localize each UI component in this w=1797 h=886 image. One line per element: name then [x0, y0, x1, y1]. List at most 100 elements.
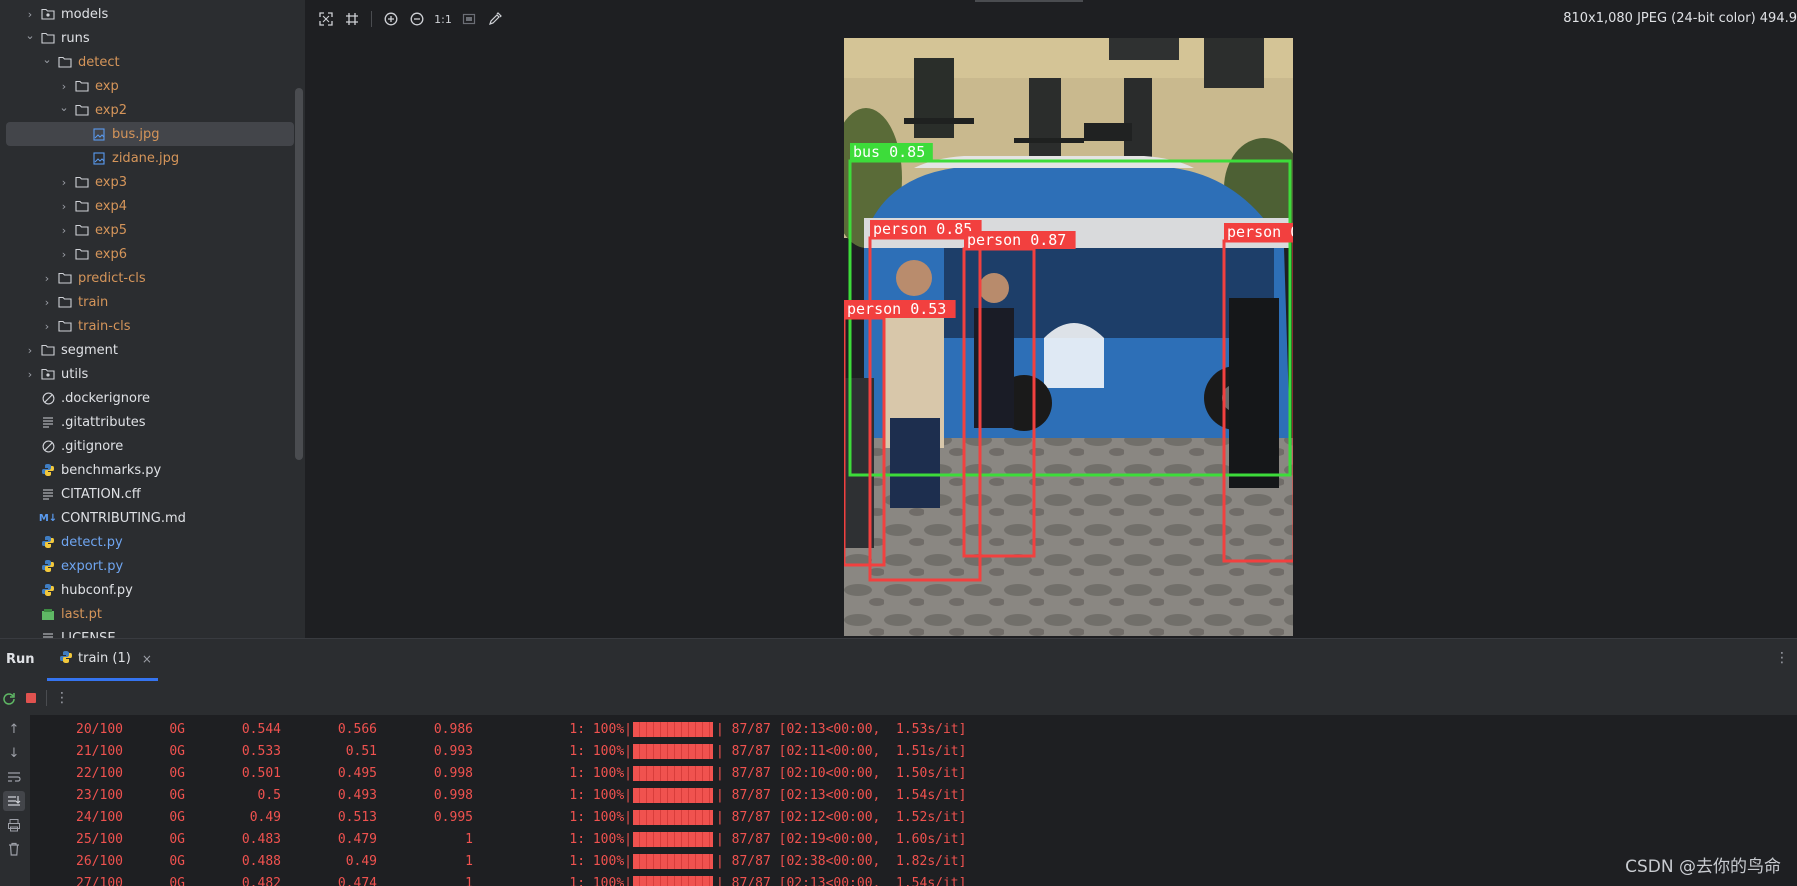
tree-item-label: train: [78, 294, 109, 310]
console-b: 0.513: [337, 809, 377, 825]
chevron-right-icon[interactable]: ›: [22, 342, 38, 358]
chevron-right-icon[interactable]: ›: [22, 366, 38, 382]
tree-item[interactable]: › exp4: [6, 194, 294, 218]
detection-label: bus 0.85: [853, 143, 925, 161]
tree-item[interactable]: ›last.pt: [6, 602, 294, 626]
tree-item[interactable]: ›detect.py: [6, 530, 294, 554]
zoom-out-icon[interactable]: [406, 8, 428, 30]
zoom-in-icon[interactable]: [380, 8, 402, 30]
fit-to-window-icon[interactable]: [315, 8, 337, 30]
soft-wrap-icon[interactable]: [3, 767, 25, 787]
run-title: Run: [6, 652, 35, 667]
chevron-right-icon[interactable]: ›: [22, 6, 38, 22]
tree-item-label: train-cls: [78, 318, 131, 334]
console-a: 0.488: [241, 853, 281, 869]
console-mem: 0G: [169, 853, 185, 869]
tree-item-label: exp: [95, 78, 119, 94]
tree-item[interactable]: ›.gitattributes: [6, 410, 294, 434]
python-icon: [59, 650, 73, 668]
chevron-right-icon[interactable]: ›: [56, 198, 72, 214]
more-options-icon[interactable]: ⋮: [1775, 650, 1789, 666]
tree-item-label: utils: [61, 366, 89, 382]
progress-bar: [633, 721, 713, 737]
print-icon[interactable]: [3, 815, 25, 835]
tree-item[interactable]: › models: [6, 2, 294, 26]
tab-train[interactable]: train (1) ×: [47, 639, 158, 681]
python-file-icon: [40, 582, 56, 598]
archive-file-icon: [40, 606, 56, 622]
tree-item[interactable]: ›.dockerignore: [6, 386, 294, 410]
run-header: Run train (1) × ⋮: [0, 639, 1797, 681]
tree-item-label: segment: [61, 342, 119, 358]
tree-item[interactable]: ⌄ runs: [6, 26, 294, 50]
chevron-right-icon[interactable]: ›: [39, 318, 55, 334]
arrow-down-icon[interactable]: ↓: [3, 743, 25, 763]
tree-item-label: detect.py: [61, 534, 123, 550]
run-tool-window: Run train (1) × ⋮ ⋮ ↑ ↓ 20/100 0G 0.544 …: [0, 638, 1797, 886]
folder-icon: [57, 270, 73, 286]
console-b: 0.51: [345, 743, 377, 759]
rerun-icon[interactable]: [2, 691, 16, 705]
tree-item[interactable]: › exp3: [6, 170, 294, 194]
console-a: 0.544: [241, 721, 281, 737]
tree-item[interactable]: ›CITATION.cff: [6, 482, 294, 506]
tree-item[interactable]: ›export.py: [6, 554, 294, 578]
tree-item[interactable]: › exp5: [6, 218, 294, 242]
console-mem: 0G: [169, 831, 185, 847]
progress-bar: [633, 853, 713, 869]
tree-item[interactable]: ›benchmarks.py: [6, 458, 294, 482]
actions-menu-icon[interactable]: ⋮: [55, 690, 69, 706]
console-progress-text: | 87/87 [02:19<00:00, 1.60s/it]: [716, 831, 967, 847]
tree-item[interactable]: ›M↓CONTRIBUTING.md: [6, 506, 294, 530]
chevron-right-icon[interactable]: ›: [39, 294, 55, 310]
text-file-icon: [40, 414, 56, 430]
tree-item[interactable]: › utils: [6, 362, 294, 386]
text-file-icon: [40, 630, 56, 638]
image-viewer: 1:1 810x1,080 JPEG (24-bit color) 494.9: [305, 0, 1797, 638]
chevron-right-icon[interactable]: ›: [39, 270, 55, 286]
tree-item[interactable]: › train-cls: [6, 314, 294, 338]
console-gutter: ↑ ↓: [0, 715, 30, 886]
chevron-down-icon[interactable]: ⌄: [22, 27, 38, 43]
tree-item[interactable]: ›LICENSE: [6, 626, 294, 638]
console-epoch: 27/100: [76, 875, 123, 886]
grid-icon[interactable]: [341, 8, 363, 30]
background-icon[interactable]: [458, 8, 480, 30]
tree-item[interactable]: › exp: [6, 74, 294, 98]
tree-item[interactable]: › predict-cls: [6, 266, 294, 290]
image-file-icon: [91, 126, 107, 142]
tree-item[interactable]: ›hubconf.py: [6, 578, 294, 602]
tree-item[interactable]: ⌄ detect: [6, 50, 294, 74]
tree-item-label: CONTRIBUTING.md: [61, 510, 186, 526]
tree-item[interactable]: ⌄ exp2: [6, 98, 294, 122]
chevron-right-icon[interactable]: ›: [56, 174, 72, 190]
console-pct: 1: 100%|: [569, 787, 632, 803]
actual-size-button[interactable]: 1:1: [432, 8, 454, 30]
console-c: 0.995: [433, 809, 473, 825]
chevron-right-icon[interactable]: ›: [56, 78, 72, 94]
tree-item[interactable]: › segment: [6, 338, 294, 362]
scroll-to-end-icon[interactable]: [3, 791, 25, 811]
arrow-up-icon[interactable]: ↑: [3, 719, 25, 739]
stop-icon[interactable]: [24, 691, 38, 705]
close-tab-icon[interactable]: ×: [142, 652, 152, 666]
console-a: 0.5: [257, 787, 281, 803]
tree-item[interactable]: ›bus.jpg: [6, 122, 294, 146]
chevron-down-icon[interactable]: ⌄: [56, 99, 72, 115]
chevron-down-icon[interactable]: ⌄: [39, 51, 55, 67]
trash-icon[interactable]: [3, 839, 25, 859]
console-b: 0.495: [337, 765, 377, 781]
tree-item-label: zidane.jpg: [112, 150, 180, 166]
chevron-right-icon[interactable]: ›: [56, 222, 72, 238]
tree-item-label: runs: [61, 30, 90, 46]
tree-item[interactable]: › train: [6, 290, 294, 314]
sidebar-scrollbar[interactable]: [295, 88, 303, 460]
python-file-icon: [40, 534, 56, 550]
chevron-right-icon[interactable]: ›: [56, 246, 72, 262]
tree-item[interactable]: ›.gitignore: [6, 434, 294, 458]
tree-item-label: .gitignore: [61, 438, 124, 454]
tree-item[interactable]: ›zidane.jpg: [6, 146, 294, 170]
color-picker-icon[interactable]: [484, 8, 506, 30]
watermark: CSDN @去你的鸟命: [1625, 857, 1781, 877]
tree-item[interactable]: › exp6: [6, 242, 294, 266]
